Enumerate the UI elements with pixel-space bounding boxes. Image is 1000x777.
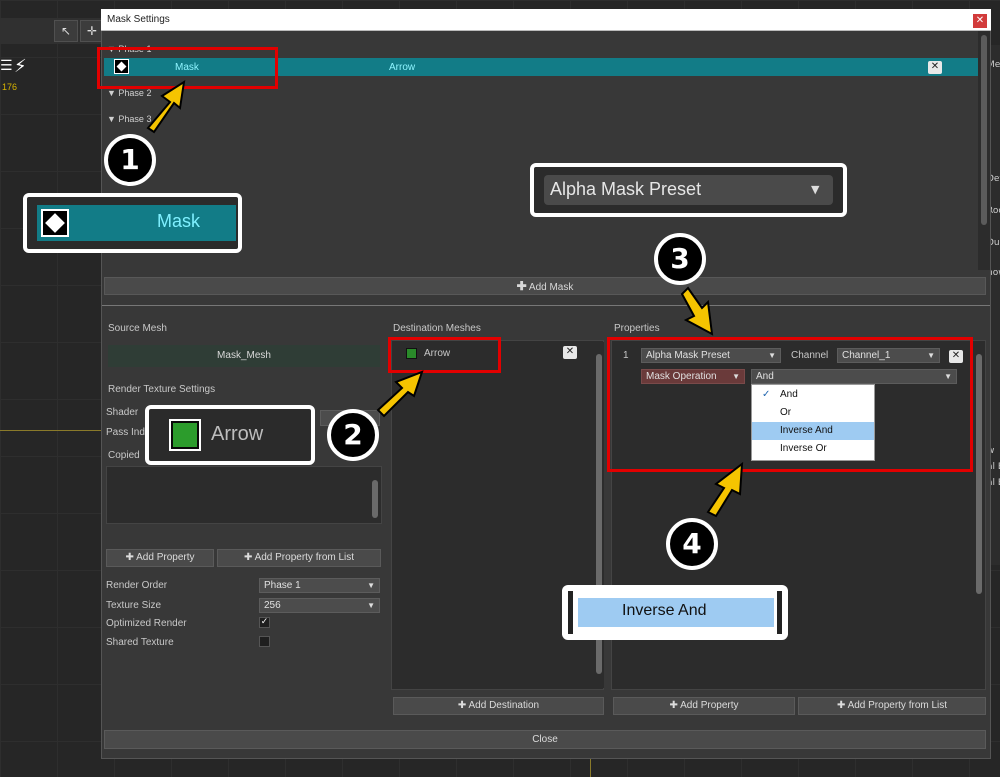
zoom-callout-mask: Mask [23,193,242,253]
plus-icon: ✚ [836,700,846,711]
properties-scrollbar[interactable] [974,342,984,688]
dialog-title: Mask Settings [107,14,170,25]
yellow-guide-line [0,430,102,431]
chevron-down-icon: ▼ [367,581,375,590]
dialog-titlebar [101,9,991,31]
yellow-guide-line-bottom [590,759,591,777]
pass-index-label: Pass Ind [106,427,145,438]
step-number-1: 1 [104,134,156,186]
step-number-3: 3 [654,233,706,285]
section-divider [102,305,990,306]
add-property-button[interactable]: ✚ Add Property [106,549,214,567]
copied-list-scrollbar[interactable] [370,468,380,522]
yellow-arrow-4 [706,461,744,518]
zoom-arrow-label: Arrow [211,423,264,445]
properties-title: Properties [614,323,660,334]
lightning-icon[interactable]: ⚡ [14,57,36,79]
editor-toolbar: ↖ ✛ [0,18,110,44]
close-button[interactable]: Close [104,730,986,749]
texture-size-label: Texture Size [106,600,162,611]
zoom-bracket-right [777,591,782,634]
render-order-label: Render Order [106,580,168,591]
plus-icon: ✚ [243,552,253,563]
zoom-bracket-left [568,591,573,634]
list-icon[interactable]: ☰ [0,58,13,76]
properties-add-button[interactable]: ✚ Add Property [613,697,795,715]
shader-label: Shader [106,407,139,418]
chevron-down-icon: ▼ [367,601,375,610]
remove-mask-icon[interactable]: ✕ [928,61,942,74]
shared-texture-label: Shared Texture [106,637,174,648]
remove-destination-icon[interactable]: ✕ [563,346,577,359]
optimized-render-checkbox[interactable]: ✓ [259,617,270,628]
plus-icon: ✚ [457,700,467,711]
add-mask-button[interactable]: ✚ Add Mask [104,277,986,295]
dialog-close-icon[interactable]: ✕ [973,14,987,28]
chevron-down-icon: ▼ [811,183,820,196]
add-property-from-list-button[interactable]: ✚ Add Property from List [217,549,381,567]
yellow-arrow-1 [146,79,186,134]
add-destination-button[interactable]: ✚ Add Destination [393,697,604,715]
zoom-mesh-icon [169,419,201,451]
optimized-render-label: Optimized Render [106,618,187,629]
zoom-diamond-icon [41,209,69,237]
copied-label: Copied [108,450,140,461]
source-mesh-title: Source Mesh [108,323,167,334]
texture-size-dropdown[interactable]: 256 ▼ [259,598,380,613]
destination-meshes-title: Destination Meshes [393,323,481,334]
zoom-preset-label: Alpha Mask Preset [550,179,702,199]
highlight-box-properties [607,337,973,472]
plus-icon: ✚ [516,279,527,293]
plus-icon: ✚ [669,700,678,711]
yellow-arrow-3 [680,286,714,336]
zoom-mask-label: Mask [157,211,201,231]
properties-add-from-list-button[interactable]: ✚ Add Property from List [798,697,986,715]
cursor-icon[interactable]: ↖ [54,20,78,42]
zoom-inverse-label: Inverse And [622,602,707,619]
shared-texture-checkbox[interactable] [259,636,270,647]
yellow-arrow-2 [376,370,424,418]
frame-counter: 176 [2,82,18,92]
render-texture-title: Render Texture Settings [108,384,216,395]
zoom-callout-inverse-and: Inverse And [562,585,788,640]
source-mesh-field[interactable]: Mask_Mesh [108,345,380,367]
copied-property-list [106,466,382,524]
mask-row-destination: Arrow [389,62,416,73]
zoom-callout-arrow: Arrow [145,405,315,465]
plus-icon: ✚ [125,552,134,563]
step-number-4: 4 [666,518,718,570]
mask-list-scrollbar[interactable] [978,31,990,270]
render-order-dropdown[interactable]: Phase 1 ▼ [259,578,380,593]
zoom-callout-preset: Alpha Mask Preset ▼ [530,163,847,217]
